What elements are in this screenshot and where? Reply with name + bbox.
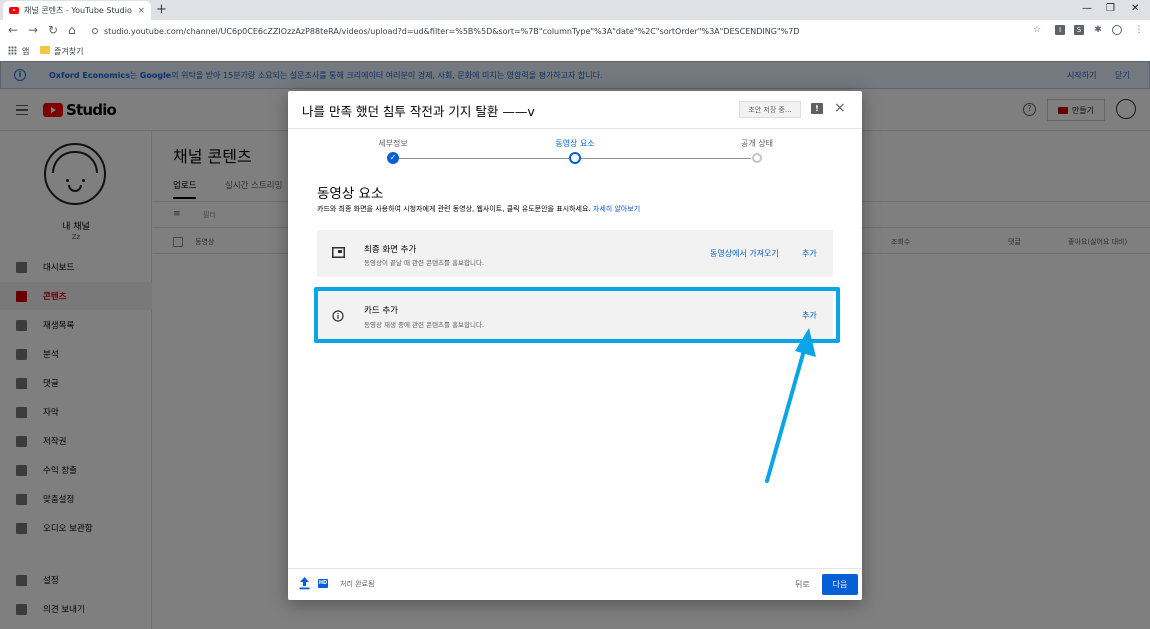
annotation-arrow-icon	[765, 328, 816, 483]
